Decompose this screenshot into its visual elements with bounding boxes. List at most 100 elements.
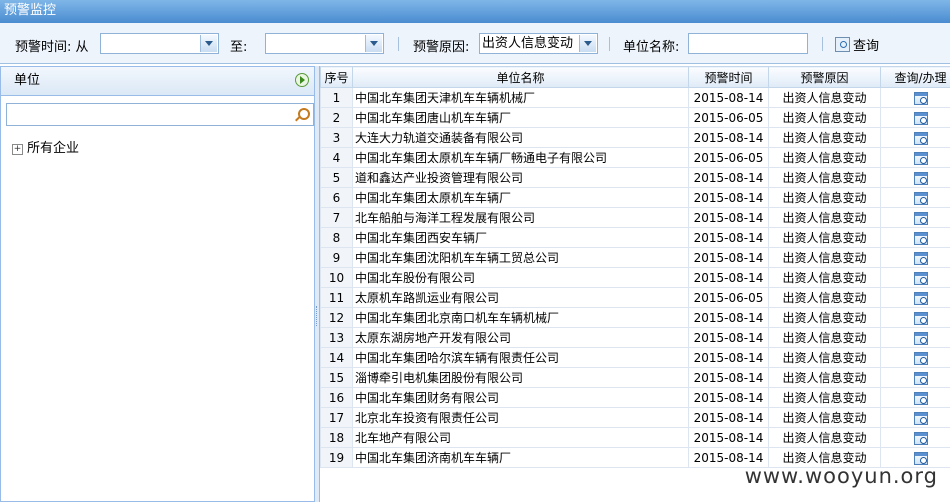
row-number: 2 [320,107,353,128]
header-unit-name: 单位名称 [352,66,689,88]
view-detail-icon[interactable] [913,131,928,145]
table-row[interactable]: 2 中国北车集团唐山机车车辆厂 2015-06-05 出资人信息变动 [320,107,950,128]
row-number: 8 [320,227,353,248]
chevron-down-icon[interactable] [579,35,596,52]
table-row[interactable]: 18 北车地产有限公司 2015-08-14 出资人信息变动 [320,427,950,448]
search-icon [835,37,850,52]
view-detail-icon[interactable] [913,271,928,285]
table-row[interactable]: 6 中国北车集团太原机车车辆厂 2015-08-14 出资人信息变动 [320,187,950,208]
table-row[interactable]: 14 中国北车集团哈尔滨车辆有限责任公司 2015-08-14 出资人信息变动 [320,347,950,368]
alert-time-cell: 2015-08-14 [688,127,769,148]
time-from-select[interactable] [100,33,219,54]
view-detail-icon[interactable] [913,371,928,385]
unit-name-input[interactable] [688,33,808,54]
view-detail-icon[interactable] [913,171,928,185]
chevron-down-icon[interactable] [200,35,217,52]
reason-label: 预警原因: [413,40,470,55]
row-number: 15 [320,367,353,388]
view-detail-icon[interactable] [913,191,928,205]
alert-reason-cell: 出资人信息变动 [768,147,881,168]
unit-name-label: 单位名称: [623,40,680,55]
time-to-label: 至: [230,40,248,55]
row-number: 9 [320,247,353,268]
row-number: 13 [320,327,353,348]
query-button-label: 查询 [853,39,880,54]
action-cell [880,127,950,148]
tree-root-node[interactable]: 所有企业 [27,141,79,156]
action-cell [880,147,950,168]
chevron-down-icon[interactable] [365,35,382,52]
view-detail-icon[interactable] [913,211,928,225]
unit-name-cell: 太原东湖房地产开发有限公司 [352,327,689,348]
action-cell [880,227,950,248]
view-detail-icon[interactable] [913,91,928,105]
query-button[interactable]: 查询 [835,35,879,54]
unit-name-cell: 中国北车集团天津机车车辆机械厂 [352,87,689,108]
table-row[interactable]: 15 淄博牵引电机集团股份有限公司 2015-08-14 出资人信息变动 [320,367,950,388]
action-cell [880,247,950,268]
alert-time-cell: 2015-06-05 [688,287,769,308]
unit-name-cell: 中国北车集团太原机车车辆厂畅通电子有限公司 [352,147,689,168]
unit-name-cell: 太原机车路凯运业有限公司 [352,287,689,308]
view-detail-icon[interactable] [913,451,928,465]
unit-search-input[interactable] [6,103,314,126]
view-detail-icon[interactable] [913,311,928,325]
view-detail-icon[interactable] [913,351,928,365]
header-alert-time: 预警时间 [688,66,769,88]
alert-reason-cell: 出资人信息变动 [768,407,881,428]
unit-name-cell: 淄博牵引电机集团股份有限公司 [352,367,689,388]
table-row[interactable]: 3 大连大力轨道交通装备有限公司 2015-08-14 出资人信息变动 [320,127,950,148]
view-detail-icon[interactable] [913,111,928,125]
view-detail-icon[interactable] [913,291,928,305]
row-number: 5 [320,167,353,188]
expand-icon[interactable]: + [12,144,23,155]
row-number: 18 [320,427,353,448]
alert-table: 序号 单位名称 预警时间 预警原因 查询/办理 1 中国北车集团天津机车车辆机械厂… [320,66,950,468]
table-row[interactable]: 1 中国北车集团天津机车车辆机械厂 2015-08-14 出资人信息变动 [320,87,950,108]
view-detail-icon[interactable] [913,391,928,405]
alert-reason-cell: 出资人信息变动 [768,367,881,388]
search-icon[interactable] [298,108,310,120]
row-number: 4 [320,147,353,168]
collapse-arrow-icon[interactable] [295,73,309,87]
table-row[interactable]: 13 太原东湖房地产开发有限公司 2015-08-14 出资人信息变动 [320,327,950,348]
table-row[interactable]: 4 中国北车集团太原机车车辆厂畅通电子有限公司 2015-06-05 出资人信息变动 [320,147,950,168]
table-row[interactable]: 9 中国北车集团沈阳机车车辆工贸总公司 2015-08-14 出资人信息变动 [320,247,950,268]
table-row[interactable]: 12 中国北车集团北京南口机车车辆机械厂 2015-08-14 出资人信息变动 [320,307,950,328]
alert-time-cell: 2015-08-14 [688,387,769,408]
view-detail-icon[interactable] [913,231,928,245]
separator [609,37,610,51]
alert-time-cell: 2015-06-05 [688,147,769,168]
alert-reason-cell: 出资人信息变动 [768,267,881,288]
table-row[interactable]: 8 中国北车集团西安车辆厂 2015-08-14 出资人信息变动 [320,227,950,248]
separator [822,37,823,51]
unit-name-cell: 中国北车股份有限公司 [352,267,689,288]
view-detail-icon[interactable] [913,411,928,425]
view-detail-icon[interactable] [913,431,928,445]
alert-reason-cell: 出资人信息变动 [768,427,881,448]
filter-bar: 预警时间: 从 至: 预警原因: 出资人信息变动 单位名称: 查询 [0,23,950,64]
alert-reason-cell: 出资人信息变动 [768,347,881,368]
view-detail-icon[interactable] [913,251,928,265]
header-alert-reason: 预警原因 [768,66,881,88]
row-number: 17 [320,407,353,428]
alert-time-cell: 2015-08-14 [688,367,769,388]
time-to-select[interactable] [265,33,384,54]
reason-select[interactable]: 出资人信息变动 [479,33,598,54]
table-row[interactable]: 17 北京北车投资有限责任公司 2015-08-14 出资人信息变动 [320,407,950,428]
action-cell [880,387,950,408]
view-detail-icon[interactable] [913,151,928,165]
table-row[interactable]: 10 中国北车股份有限公司 2015-08-14 出资人信息变动 [320,267,950,288]
row-number: 1 [320,87,353,108]
alert-reason-cell: 出资人信息变动 [768,167,881,188]
table-row[interactable]: 5 道和鑫达产业投资管理有限公司 2015-08-14 出资人信息变动 [320,167,950,188]
table-header-row: 序号 单位名称 预警时间 预警原因 查询/办理 [320,66,950,88]
table-row[interactable]: 16 中国北车集团财务有限公司 2015-08-14 出资人信息变动 [320,387,950,408]
alert-reason-cell: 出资人信息变动 [768,227,881,248]
alert-reason-cell: 出资人信息变动 [768,387,881,408]
table-row[interactable]: 7 北车船舶与海洋工程发展有限公司 2015-08-14 出资人信息变动 [320,207,950,228]
table-row[interactable]: 11 太原机车路凯运业有限公司 2015-06-05 出资人信息变动 [320,287,950,308]
row-number: 19 [320,447,353,468]
view-detail-icon[interactable] [913,331,928,345]
action-cell [880,107,950,128]
